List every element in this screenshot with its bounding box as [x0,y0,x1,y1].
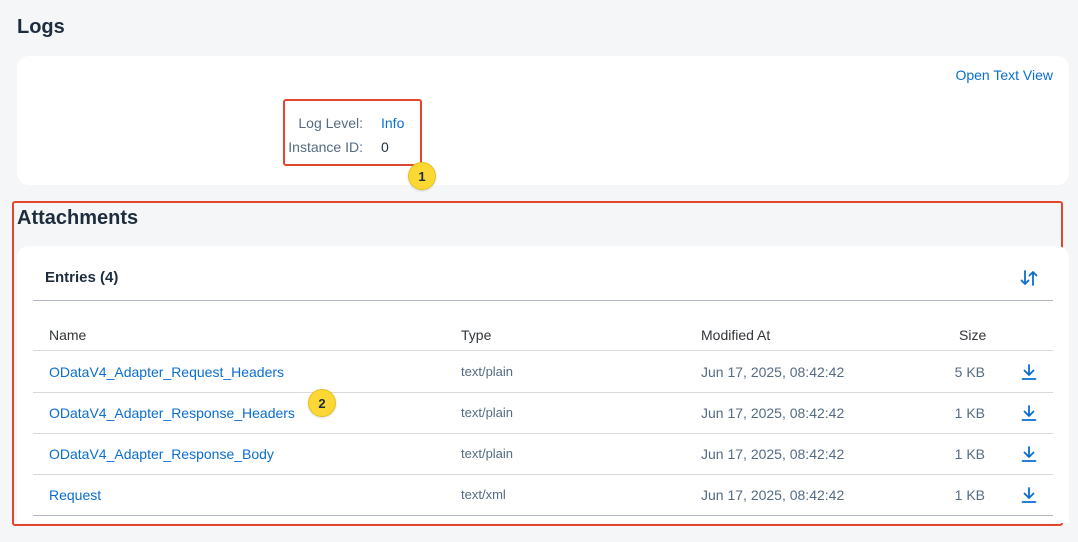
entries-divider [33,300,1053,301]
open-text-view-link[interactable]: Open Text View [955,67,1053,83]
callout-marker-2: 2 [308,389,336,417]
attachment-type: text/plain [461,405,514,420]
download-icon [1021,405,1037,421]
download-icon [1021,487,1037,503]
table-row[interactable]: ODataV4_Adapter_Response_Body text/plain… [33,433,1053,474]
column-header-size[interactable]: Size [959,327,986,343]
attachment-type: text/xml [461,487,506,502]
column-header-modified[interactable]: Modified At [701,327,770,343]
callout-marker-1: 1 [408,162,436,190]
log-info-highlight: Log Level: Info Instance ID: 0 [283,99,422,166]
table-bottom-divider [33,515,1053,516]
log-level-label: Log Level: [298,115,363,131]
download-button[interactable] [1018,484,1040,506]
column-header-name[interactable]: Name [49,327,86,343]
attachment-name-link[interactable]: Request [49,487,101,503]
table-row[interactable]: ODataV4_Adapter_Request_Headers text/pla… [33,351,1053,392]
log-level-value[interactable]: Info [381,115,404,131]
sort-icon [1020,270,1038,286]
attachment-size: 1 KB [954,487,985,503]
attachment-size: 5 KB [954,364,985,380]
download-icon [1021,364,1037,380]
logs-card: Open Text View Log Level: Info Instance … [17,56,1069,185]
page: Logs Open Text View Log Level: Info Inst… [0,0,1078,542]
instance-id-label: Instance ID: [288,139,363,155]
attachment-modified: Jun 17, 2025, 08:42:42 [701,364,845,380]
entries-title: Entries (4) [45,269,119,286]
table-row[interactable]: ODataV4_Adapter_Response_Headers text/pl… [33,392,1053,433]
sort-button[interactable] [1017,266,1041,290]
attachment-size: 1 KB [954,405,985,421]
column-header-type[interactable]: Type [461,327,491,343]
attachment-modified: Jun 17, 2025, 08:42:42 [701,405,845,421]
attachment-name-link[interactable]: ODataV4_Adapter_Response_Headers [49,405,295,421]
attachments-title: Attachments [17,207,139,229]
logs-title: Logs [17,16,65,38]
download-button[interactable] [1018,361,1040,383]
attachment-name-link[interactable]: ODataV4_Adapter_Response_Body [49,446,274,462]
attachment-size: 1 KB [954,446,985,462]
attachments-card: Entries (4) Name Type Modified At Size O… [17,246,1069,523]
attachment-modified: Jun 17, 2025, 08:42:42 [701,446,845,462]
download-icon [1021,446,1037,462]
attachment-type: text/plain [461,364,514,379]
attachment-name-link[interactable]: ODataV4_Adapter_Request_Headers [49,364,284,380]
attachment-modified: Jun 17, 2025, 08:42:42 [701,487,845,503]
instance-id-value: 0 [381,139,389,155]
download-button[interactable] [1018,402,1040,424]
table-row[interactable]: Request text/xml Jun 17, 2025, 08:42:42 … [33,474,1053,515]
download-button[interactable] [1018,443,1040,465]
attachment-type: text/plain [461,446,514,461]
